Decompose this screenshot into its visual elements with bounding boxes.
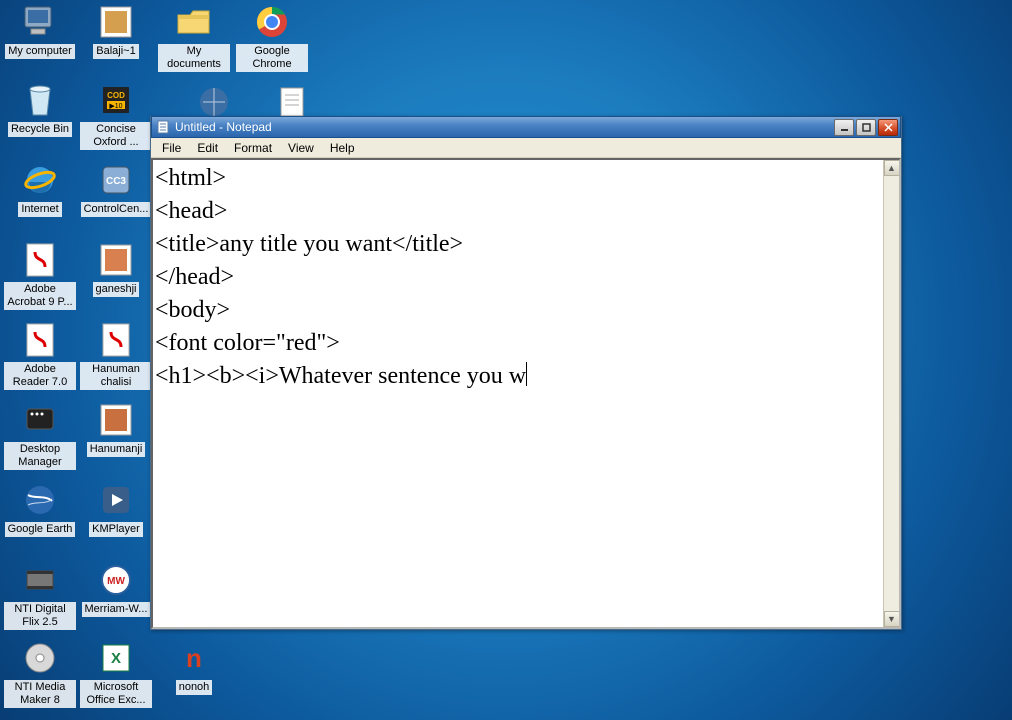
icon-label: Recycle Bin xyxy=(8,122,72,137)
media-icon xyxy=(20,560,60,600)
svg-text:COD: COD xyxy=(107,91,125,100)
desktop-icon-controlcen[interactable]: CC3 ControlCen... xyxy=(80,160,152,217)
svg-text:▶10: ▶10 xyxy=(109,103,122,110)
svg-text:MW: MW xyxy=(107,576,125,587)
notepad-icon xyxy=(156,120,171,135)
desktop-icon-nti-media[interactable]: NTI Media Maker 8 xyxy=(4,638,76,708)
icon-label: NTI Media Maker 8 xyxy=(4,680,76,708)
icon-label: Concise Oxford ... xyxy=(80,122,152,150)
folder-icon xyxy=(174,2,214,42)
icon-label: KMPlayer xyxy=(89,522,143,537)
globe-icon xyxy=(20,480,60,520)
desktop-icon-ganeshji[interactable]: ganeshji xyxy=(80,240,152,297)
desktop-icon-nonoh[interactable]: n nonoh xyxy=(158,638,230,695)
desktop-icon-adobe-reader[interactable]: Adobe Reader 7.0 xyxy=(4,320,76,390)
desktop-icon-acrobat[interactable]: Adobe Acrobat 9 P... xyxy=(4,240,76,310)
desktop-icon-my-computer[interactable]: My computer xyxy=(4,2,76,59)
desktop-icon-hanumanji[interactable]: Hanumanji xyxy=(80,400,152,457)
svg-text:n: n xyxy=(186,643,202,673)
icon-label: ganeshji xyxy=(93,282,140,297)
desktop-icon-recycle-bin[interactable]: Recycle Bin xyxy=(4,80,76,137)
scroll-up-button[interactable]: ▲ xyxy=(884,160,900,176)
icon-label: NTI Digital Flix 2.5 xyxy=(4,602,76,630)
pdf-icon xyxy=(96,320,136,360)
minimize-button[interactable] xyxy=(834,119,854,136)
excel-icon: X xyxy=(96,638,136,678)
icon-label: Google Earth xyxy=(5,522,76,537)
desktop-icon-merriam[interactable]: MW Merriam-W... xyxy=(80,560,152,617)
scroll-down-button[interactable]: ▼ xyxy=(884,611,900,627)
media-icon xyxy=(96,480,136,520)
desktop-icon-my-documents[interactable]: My documents xyxy=(158,2,230,72)
menu-format[interactable]: Format xyxy=(227,139,279,157)
desktop-icon-internet[interactable]: Internet xyxy=(4,160,76,217)
menu-help[interactable]: Help xyxy=(323,139,362,157)
icon-label: Merriam-W... xyxy=(82,602,151,617)
menu-file[interactable]: File xyxy=(155,139,188,157)
notepad-window: Untitled - Notepad File Edit Format View… xyxy=(150,116,902,630)
dictionary-icon: COD ▶10 xyxy=(96,80,136,120)
close-button[interactable] xyxy=(878,119,898,136)
icon-label: Adobe Reader 7.0 xyxy=(4,362,76,390)
menu-edit[interactable]: Edit xyxy=(190,139,225,157)
app-icon: n xyxy=(174,638,214,678)
icon-label: ControlCen... xyxy=(81,202,152,217)
desktop-icon-hanuman-chalisi[interactable]: Hanuman chalisi xyxy=(80,320,152,390)
desktop-icon-kmplayer[interactable]: KMPlayer xyxy=(80,480,152,537)
svg-text:CC3: CC3 xyxy=(106,176,126,187)
icon-label: Hanumanji xyxy=(87,442,146,457)
maximize-button[interactable] xyxy=(856,119,876,136)
icon-label: My computer xyxy=(5,44,75,59)
icon-label: Balaji~1 xyxy=(93,44,138,59)
icon-label: Desktop Manager xyxy=(4,442,76,470)
image-icon xyxy=(96,2,136,42)
desktop-icon-concise-oxford[interactable]: COD ▶10 Concise Oxford ... xyxy=(80,80,152,150)
icon-label: Adobe Acrobat 9 P... xyxy=(4,282,76,310)
menu-view[interactable]: View xyxy=(281,139,321,157)
desktop-icon-desktop-manager[interactable]: Desktop Manager xyxy=(4,400,76,470)
icon-label: Google Chrome xyxy=(236,44,308,72)
icon-label: Internet xyxy=(18,202,61,217)
app-icon: CC3 xyxy=(96,160,136,200)
disc-icon xyxy=(20,638,60,678)
desktop-icon-balaji[interactable]: Balaji~1 xyxy=(80,2,152,59)
desktop-icon-chrome[interactable]: Google Chrome xyxy=(236,2,308,72)
desktop-icon-excel[interactable]: X Microsoft Office Exc... xyxy=(80,638,152,708)
dictionary-icon: MW xyxy=(96,560,136,600)
icon-label: Hanuman chalisi xyxy=(80,362,152,390)
window-title: Untitled - Notepad xyxy=(175,120,834,134)
menubar: File Edit Format View Help xyxy=(151,138,901,158)
editor-area[interactable]: <html> <head> <title>any title you want<… xyxy=(151,158,901,629)
icon-label: nonoh xyxy=(176,680,213,695)
titlebar[interactable]: Untitled - Notepad xyxy=(151,116,901,138)
ie-icon xyxy=(20,160,60,200)
app-icon xyxy=(20,400,60,440)
icon-label: My documents xyxy=(158,44,230,72)
window-controls xyxy=(834,119,898,136)
icon-label: Microsoft Office Exc... xyxy=(80,680,152,708)
chrome-icon xyxy=(252,2,292,42)
recycle-bin-icon xyxy=(20,80,60,120)
pdf-icon xyxy=(20,240,60,280)
desktop-icon-google-earth[interactable]: Google Earth xyxy=(4,480,76,537)
computer-icon xyxy=(20,2,60,42)
pdf-icon xyxy=(20,320,60,360)
vertical-scrollbar[interactable]: ▲ ▼ xyxy=(883,160,899,627)
svg-text:X: X xyxy=(111,650,121,667)
editor-text[interactable]: <html> <head> <title>any title you want<… xyxy=(153,160,883,627)
image-icon xyxy=(96,240,136,280)
image-icon xyxy=(96,400,136,440)
desktop-icon-nti-flix[interactable]: NTI Digital Flix 2.5 xyxy=(4,560,76,630)
